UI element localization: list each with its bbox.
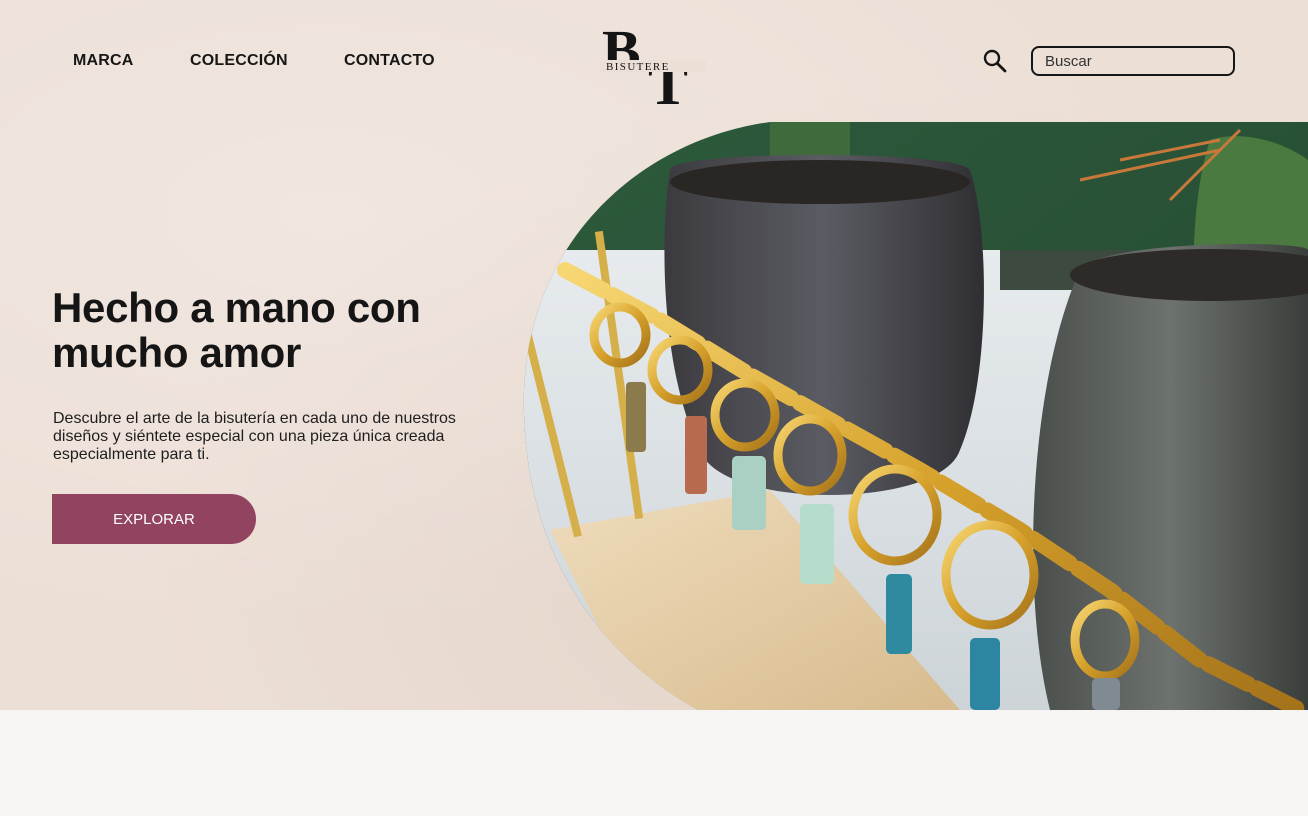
brand-name: BISUTERE — [606, 61, 670, 73]
nav-link-contacto[interactable]: CONTACTO — [344, 52, 435, 70]
nav-link-marca[interactable]: MARCA — [73, 52, 134, 70]
brand-monogram-b: B — [602, 18, 641, 83]
explore-button[interactable]: EXPLORAR — [52, 494, 256, 544]
brand-monogram-t: T — [648, 51, 688, 110]
hero-photo — [523, 122, 1308, 710]
search-icon[interactable] — [982, 48, 1008, 74]
search-input[interactable] — [1031, 46, 1235, 76]
hero-description: Descubre el arte de la bisutería en cada… — [53, 410, 456, 463]
lower-section — [0, 710, 1308, 816]
hero-section: MARCA COLECCIÓN CONTACTO B T BISUTERE He… — [0, 0, 1308, 710]
brand-logo[interactable]: B T BISUTERE — [600, 14, 710, 110]
hero-headline: Hecho a mano con mucho amor — [52, 284, 421, 376]
nav-link-coleccion[interactable]: COLECCIÓN — [190, 52, 288, 70]
